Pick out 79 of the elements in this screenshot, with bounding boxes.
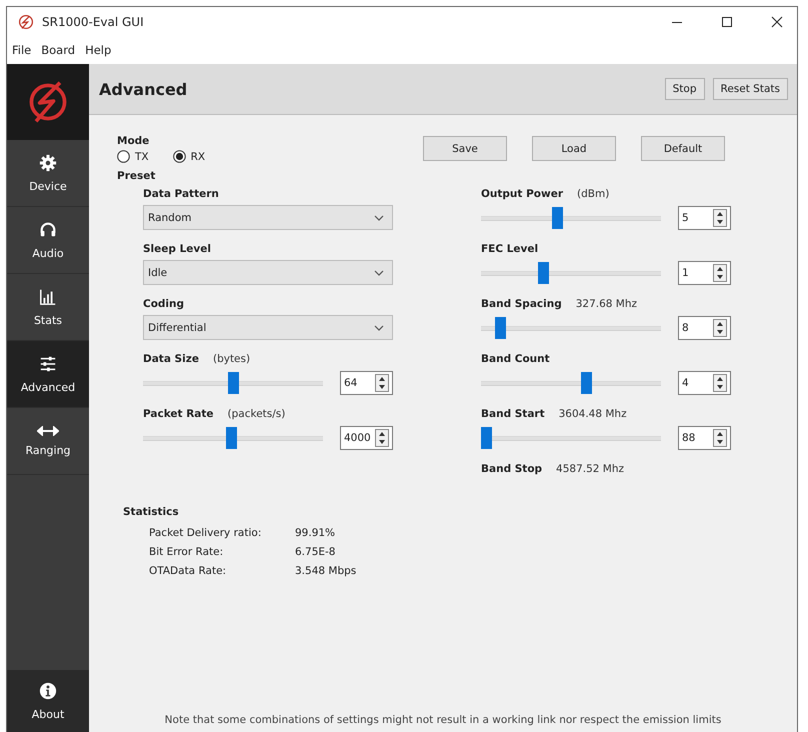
- window-title: SR1000-Eval GUI: [42, 14, 144, 28]
- chevron-icon: [374, 324, 384, 330]
- frequency-reading: 3604.48 Mhz: [558, 408, 627, 420]
- stat-value: 6.75E-8: [295, 546, 336, 558]
- setting-label: Band Start: [481, 408, 545, 420]
- spinner-icon[interactable]: [713, 319, 727, 337]
- stat-label: Packet Delivery ratio:: [149, 527, 262, 539]
- setting-label: Sleep Level: [143, 243, 211, 255]
- frequency-reading: 327.68 Mhz: [576, 298, 638, 310]
- setting-label: Band Count: [481, 353, 550, 365]
- setting-label: Coding: [143, 298, 184, 310]
- setting-label: Data Pattern: [143, 188, 219, 200]
- setting-label: Output Power: [481, 188, 563, 200]
- dropdown[interactable]: Differential: [143, 315, 393, 340]
- stat-value: 99.91%: [295, 527, 336, 539]
- gear-icon: [39, 154, 57, 172]
- radio-option[interactable]: RX: [172, 150, 206, 163]
- page-title: Advanced: [99, 80, 188, 98]
- preset-button[interactable]: Load: [532, 136, 616, 161]
- number-field[interactable]: 4000: [340, 426, 393, 450]
- unit-label: (packets/s): [228, 408, 286, 420]
- slider-thumb[interactable]: [494, 317, 506, 339]
- slider-thumb[interactable]: [538, 262, 550, 284]
- number-field[interactable]: 64: [340, 371, 393, 395]
- nav-item[interactable]: About: [7, 670, 89, 732]
- chevron-icon: [374, 270, 384, 276]
- maximize-icon[interactable]: [721, 16, 733, 28]
- setting-label: Packet Rate: [143, 408, 214, 420]
- setting-label: FEC Level: [481, 243, 538, 255]
- number-field[interactable]: 5: [678, 206, 731, 230]
- slider-thumb[interactable]: [552, 207, 563, 229]
- number-field[interactable]: 88: [678, 426, 731, 450]
- header-button[interactable]: Stop: [664, 78, 705, 100]
- spinner-icon[interactable]: [713, 264, 727, 282]
- unit-label: (bytes): [212, 353, 250, 365]
- number-field[interactable]: 8: [678, 316, 731, 340]
- stat-value: 3.548 Mbps: [295, 565, 358, 577]
- stat-label: OTAData Rate:: [149, 565, 228, 577]
- slider-thumb[interactable]: [226, 427, 237, 449]
- spinner-icon[interactable]: [375, 429, 389, 447]
- header-button[interactable]: Reset Stats: [712, 78, 788, 100]
- slider-thumb[interactable]: [481, 427, 492, 449]
- number-field[interactable]: 1: [678, 261, 731, 285]
- setting-label: Data Size: [143, 353, 199, 365]
- dropdown[interactable]: Idle: [143, 260, 393, 285]
- radio-icon[interactable]: [172, 150, 186, 163]
- sliders-icon: [39, 354, 57, 372]
- radio-icon[interactable]: [117, 150, 130, 163]
- stat-label: Bit Error Rate:: [149, 546, 224, 558]
- preset-button[interactable]: Save: [423, 136, 507, 161]
- preset-button[interactable]: Default: [641, 136, 725, 161]
- number-field[interactable]: 4: [678, 371, 731, 395]
- frequency-reading: 4587.52 Mhz: [556, 463, 624, 475]
- unit-label: (dBm): [577, 188, 610, 200]
- preset-label: Preset: [117, 170, 156, 182]
- nav-item[interactable]: Advanced: [7, 341, 89, 408]
- chevron-icon: [374, 214, 384, 220]
- spinner-icon[interactable]: [713, 429, 727, 447]
- slider-thumb[interactable]: [580, 372, 592, 394]
- setting-label: Band Stop: [481, 463, 542, 475]
- dropdown[interactable]: Random: [143, 205, 393, 230]
- menu-item[interactable]: File: [12, 43, 32, 57]
- note-text: Note that some combinations of settings might not result in a working link nor respect the emission limits: [164, 714, 722, 726]
- bar-chart-icon: [39, 288, 57, 306]
- close-icon[interactable]: [771, 16, 783, 28]
- mode-label: Mode: [117, 135, 150, 147]
- menu-item[interactable]: Help: [85, 43, 112, 57]
- statistics-heading: Statistics: [123, 506, 180, 518]
- headphones-icon: [39, 220, 57, 238]
- double-arrow-icon: [37, 426, 59, 436]
- spinner-icon[interactable]: [713, 209, 727, 227]
- radio-option[interactable]: TX: [117, 150, 149, 163]
- setting-label: Band Spacing: [481, 298, 562, 310]
- slider-thumb[interactable]: [228, 372, 238, 394]
- logo-icon: [18, 14, 34, 30]
- info-icon: [39, 682, 57, 700]
- spinner-icon[interactable]: [375, 374, 389, 392]
- spinner-icon[interactable]: [713, 374, 727, 392]
- menu-item[interactable]: Board: [41, 43, 76, 57]
